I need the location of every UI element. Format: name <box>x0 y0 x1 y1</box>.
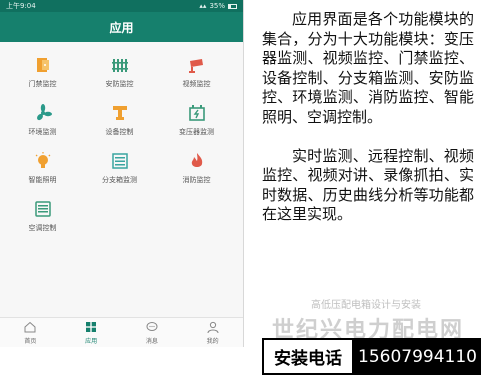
module-door-access[interactable]: 门禁监控 <box>4 55 81 93</box>
tab-messages[interactable]: 消息 <box>122 318 183 347</box>
description-paragraph-2: 实时监测、远程控制、视频监控、视频对讲、录像抓拍、实时数据、历史曲线分析等功能都… <box>262 146 474 224</box>
contact-label: 安装电话 <box>262 338 354 375</box>
fan-icon <box>36 104 52 121</box>
module-label: 消防监控 <box>182 176 211 184</box>
module-label: 智能照明 <box>28 176 57 184</box>
module-label: 门禁监控 <box>28 80 57 88</box>
status-bar: 上午9:04 ▴▴ 35% <box>0 0 243 12</box>
device-icon <box>112 106 127 120</box>
module-label: 变压器监测 <box>179 128 214 136</box>
battery-icon <box>228 3 237 9</box>
branch-box-icon <box>111 153 128 169</box>
module-label: 视频监控 <box>182 80 211 88</box>
contact-banner: 安装电话 15607994110 <box>262 338 481 375</box>
watermark-small: 高低压配电箱设计与安装 <box>311 300 421 311</box>
description: 应用界面是各个功能模块的集合，分为十大功能模块：变压器监测、视频监控、门禁监控、… <box>262 10 474 225</box>
module-label: 设备控制 <box>105 128 134 136</box>
module-branch-box[interactable]: 分支箱监测 <box>81 151 158 189</box>
module-device-control[interactable]: 设备控制 <box>81 103 158 141</box>
message-icon <box>146 322 158 331</box>
bottom-tab-bar: 首页 应用 消息 我的 <box>0 317 243 347</box>
module-label: 环境监测 <box>28 128 57 136</box>
module-security[interactable]: 安防监控 <box>81 55 158 93</box>
user-icon <box>207 321 219 334</box>
battery-percent: 35% <box>209 2 225 10</box>
status-time: 上午9:04 <box>6 2 36 10</box>
module-lighting[interactable]: 智能照明 <box>4 151 81 189</box>
tab-label: 我的 <box>206 338 219 345</box>
fire-icon <box>191 153 202 167</box>
phone-screen: 上午9:04 ▴▴ 35% 应用 门禁监控 安防监控 视频监控 环境监测 设备控… <box>0 0 244 347</box>
tab-label: 消息 <box>145 338 158 345</box>
description-paragraph-1: 应用界面是各个功能模块的集合，分为十大功能模块：变压器监测、视频监控、门禁监控、… <box>262 10 474 126</box>
module-grid: 门禁监控 安防监控 视频监控 环境监测 设备控制 变压器监测 智能照明 分支箱监… <box>0 42 243 237</box>
module-label: 空调控制 <box>28 224 57 232</box>
module-fire[interactable]: 消防监控 <box>158 151 235 189</box>
tab-apps[interactable]: 应用 <box>61 318 122 347</box>
transformer-icon <box>188 105 205 121</box>
module-video[interactable]: 视频监控 <box>158 55 235 93</box>
module-transformer[interactable]: 变压器监测 <box>158 103 235 141</box>
camera-icon <box>188 59 203 73</box>
home-icon <box>24 321 36 333</box>
fence-icon <box>111 59 128 72</box>
module-label: 安防监控 <box>105 80 134 88</box>
bulb-icon <box>35 152 50 168</box>
page-title: 应用 <box>0 12 243 42</box>
module-aircon[interactable]: 空调控制 <box>4 199 81 237</box>
apps-icon <box>86 322 97 332</box>
tab-label: 应用 <box>85 338 98 345</box>
module-label: 分支箱监测 <box>102 176 137 184</box>
signal-icon: ▴▴ <box>199 2 207 10</box>
door-access-icon <box>36 58 49 72</box>
tab-profile[interactable]: 我的 <box>182 318 243 347</box>
tab-label: 首页 <box>24 338 37 345</box>
module-environment[interactable]: 环境监测 <box>4 103 81 141</box>
aircon-icon <box>34 201 51 217</box>
contact-phone-number[interactable]: 15607994110 <box>354 338 481 375</box>
tab-home[interactable]: 首页 <box>0 318 61 347</box>
